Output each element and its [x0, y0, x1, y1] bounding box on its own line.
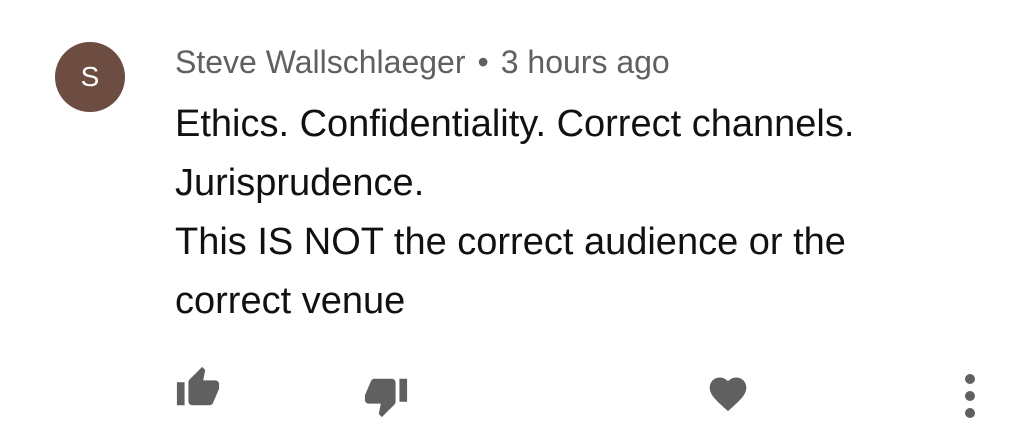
comment-line: Jurisprudence. — [175, 162, 425, 204]
comment-line: correct venue — [175, 280, 406, 322]
comment-line: Ethics. Confidentiality. Correct channel… — [175, 103, 855, 145]
like-button[interactable] — [170, 362, 226, 414]
meta-separator: • — [477, 44, 489, 80]
heart-button[interactable] — [700, 368, 756, 420]
author-name[interactable]: Steve Wallschlaeger — [175, 44, 466, 80]
comment-meta: Steve Wallschlaeger • 3 hours ago — [175, 40, 670, 84]
thumb-down-icon — [364, 378, 408, 418]
more-vert-icon — [965, 374, 975, 418]
comment-line: This IS NOT the correct audience or the — [175, 221, 846, 263]
more-options-button[interactable] — [950, 368, 990, 424]
heart-icon — [709, 377, 747, 412]
timestamp[interactable]: 3 hours ago — [501, 44, 670, 80]
comment-body: Ethics. Confidentiality. Correct channel… — [175, 95, 975, 331]
thumb-up-icon — [176, 366, 220, 406]
avatar[interactable]: S — [55, 42, 125, 112]
dislike-button[interactable] — [356, 370, 416, 422]
avatar-letter: S — [80, 61, 100, 92]
